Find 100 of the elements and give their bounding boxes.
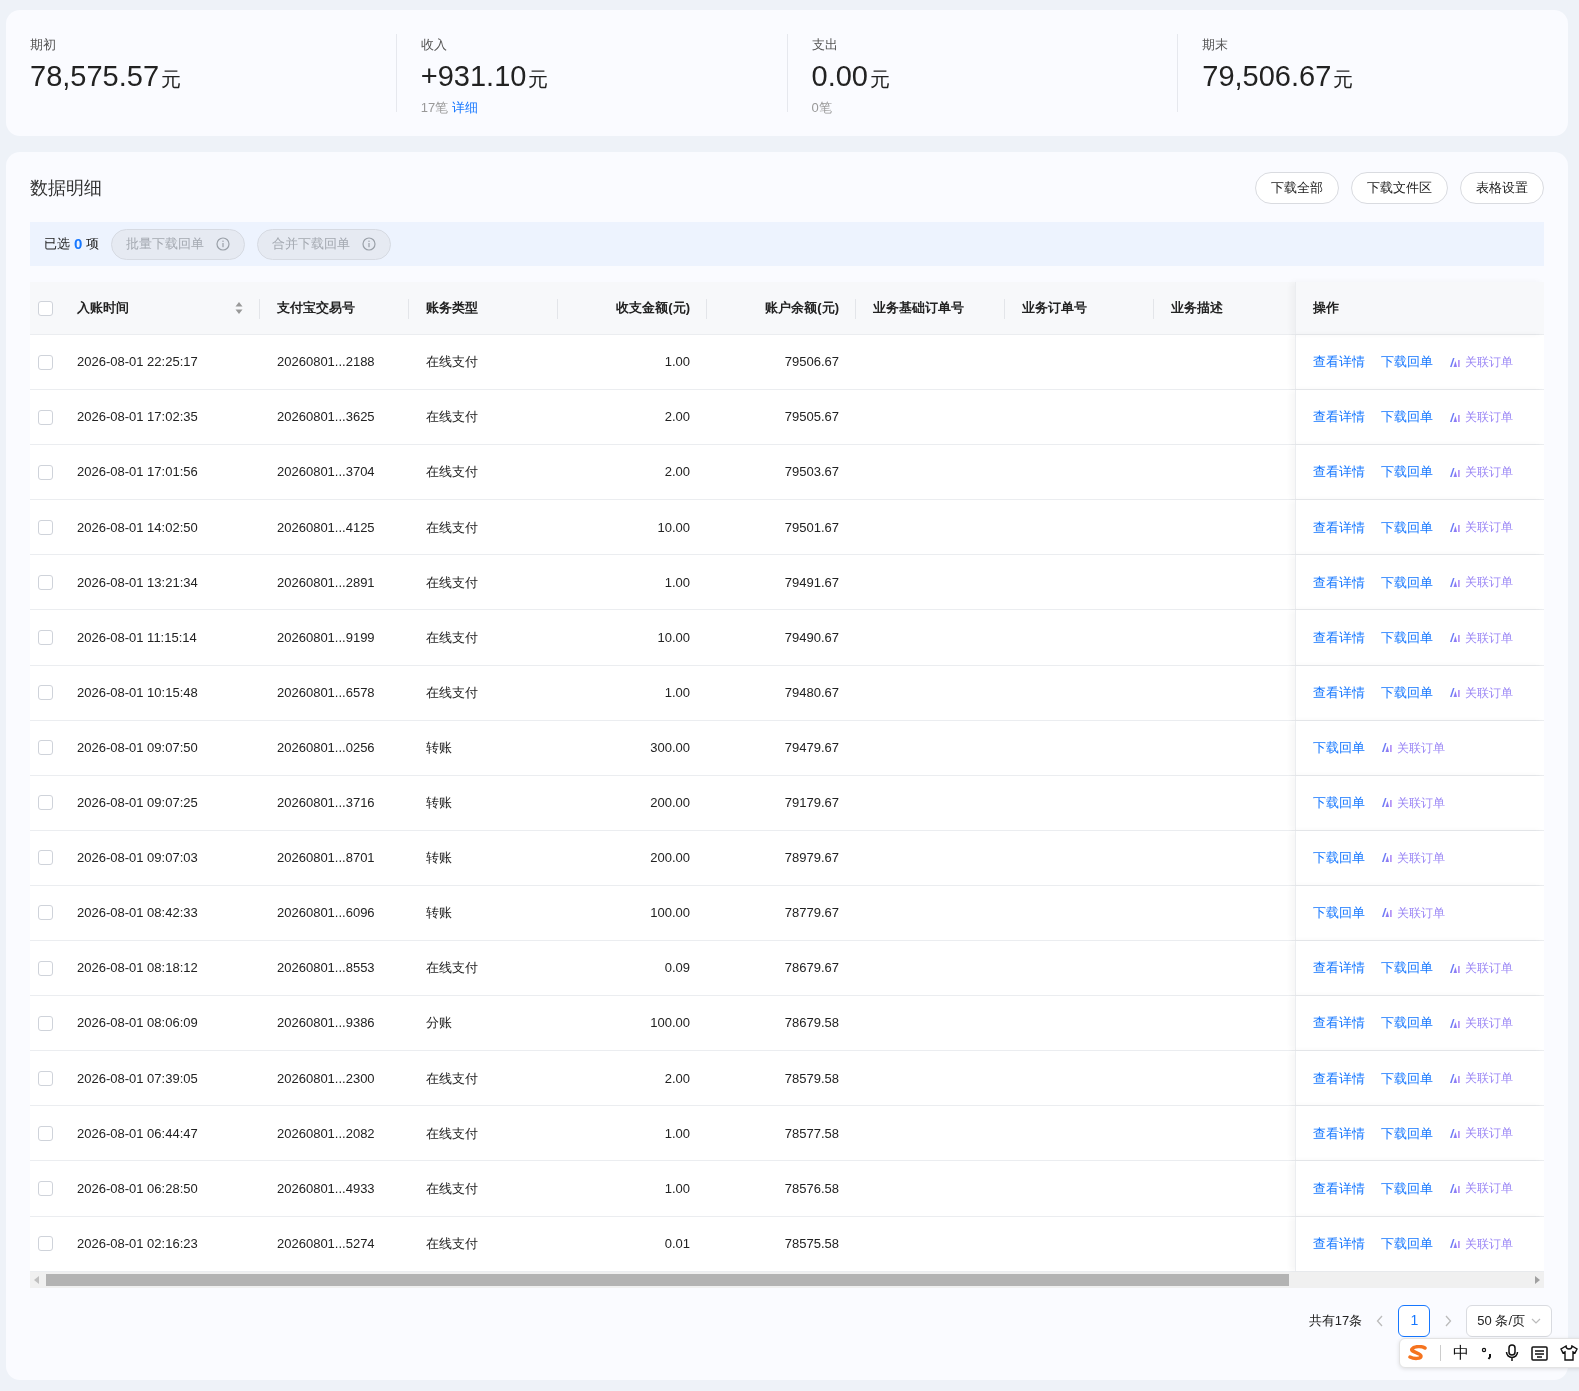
toolbar-button[interactable]: 下载全部	[1255, 172, 1339, 204]
table-cell-text: 20260801...0256	[277, 738, 375, 757]
next-page-icon[interactable]	[1444, 1314, 1453, 1327]
input-method-logo-icon[interactable]	[1408, 1345, 1428, 1361]
checkbox[interactable]	[38, 795, 53, 811]
link-order-link[interactable]: 关联订单	[1381, 848, 1445, 867]
view-detail-link[interactable]: 查看详情	[1313, 1068, 1365, 1088]
view-detail-link[interactable]: 查看详情	[1313, 352, 1365, 372]
table-cell-text: 在线支付	[426, 628, 478, 647]
link-order-link[interactable]: 关联订单	[1449, 518, 1513, 537]
download-receipt-link[interactable]: 下载回单	[1381, 1178, 1433, 1199]
checkbox[interactable]	[38, 519, 53, 535]
toolbar-button[interactable]: 表格设置	[1460, 172, 1544, 204]
input-mode-toggle[interactable]: 中	[1453, 1341, 1469, 1365]
link-order-link[interactable]: 关联订单	[1449, 1124, 1513, 1143]
checkbox[interactable]	[38, 1180, 53, 1196]
currency-unit: 元	[528, 67, 549, 92]
link-order-link[interactable]: 关联订单	[1449, 1069, 1513, 1088]
currency-unit: 元	[869, 67, 890, 92]
detail-link[interactable]: 详细	[452, 98, 479, 118]
table-cell-text: 分账	[426, 1014, 452, 1033]
checkbox[interactable]	[38, 1015, 53, 1031]
table-cell-text: 2026-08-01 07:39:05	[77, 1069, 198, 1088]
link-order-link[interactable]: 关联订单	[1449, 628, 1513, 647]
download-receipt-link[interactable]: 下载回单	[1381, 1123, 1433, 1144]
view-detail-link[interactable]: 查看详情	[1313, 407, 1365, 427]
link-order-link[interactable]: 关联订单	[1449, 1179, 1513, 1198]
view-detail-link[interactable]: 查看详情	[1313, 958, 1365, 978]
ai-icon	[1449, 632, 1461, 643]
page-size-select[interactable]: 50 条/页	[1466, 1304, 1552, 1337]
scrollbar-thumb[interactable]	[46, 1273, 1289, 1286]
download-receipt-link[interactable]: 下载回单	[1381, 462, 1433, 482]
checkbox[interactable]	[38, 1070, 53, 1086]
view-detail-link[interactable]: 查看详情	[1313, 1233, 1365, 1254]
download-receipt-link[interactable]: 下载回单	[1381, 572, 1433, 593]
download-receipt-link[interactable]: 下载回单	[1381, 517, 1433, 538]
view-detail-link[interactable]: 查看详情	[1313, 517, 1365, 538]
scroll-left-icon[interactable]	[34, 1275, 40, 1284]
toolbar-button[interactable]: 下载文件区	[1351, 172, 1448, 204]
table-cell-text: 79480.67	[784, 683, 839, 702]
link-order-link[interactable]: 关联订单	[1381, 793, 1445, 812]
table-cell-text: 在线支付	[426, 959, 478, 978]
table-cell-text: 10.00	[657, 628, 690, 647]
view-detail-link[interactable]: 查看详情	[1313, 572, 1365, 593]
checkbox[interactable]	[38, 685, 53, 701]
view-detail-link[interactable]: 查看详情	[1313, 682, 1365, 703]
checkbox[interactable]	[38, 464, 53, 480]
download-receipt-link[interactable]: 下载回单	[1381, 682, 1433, 703]
checkbox[interactable]	[38, 630, 53, 645]
download-receipt-link[interactable]: 下载回单	[1381, 1068, 1433, 1088]
link-order-link[interactable]: 关联订单	[1449, 408, 1513, 427]
microphone-icon[interactable]	[1505, 1344, 1519, 1362]
link-order-link[interactable]: 关联订单	[1449, 959, 1513, 978]
table-cell-text: 79503.67	[784, 463, 839, 482]
view-detail-link[interactable]: 查看详情	[1313, 1178, 1365, 1199]
checkbox[interactable]	[38, 409, 53, 425]
link-order-link[interactable]: 关联订单	[1449, 573, 1513, 592]
link-order-link[interactable]: 关联订单	[1381, 904, 1445, 922]
link-order-link[interactable]: 关联订单	[1449, 353, 1513, 372]
table-cell-text: 20260801...2891	[277, 573, 375, 592]
shirt-icon[interactable]	[1560, 1345, 1578, 1361]
punctuation-icon[interactable]	[1481, 1346, 1493, 1360]
checkbox[interactable]	[38, 354, 53, 370]
previous-page-icon[interactable]	[1376, 1314, 1385, 1327]
download-receipt-link[interactable]: 下载回单	[1381, 1013, 1433, 1033]
page-button[interactable]: 1	[1398, 1304, 1431, 1337]
checkbox[interactable]	[38, 850, 53, 866]
table-cell-text: 2026-08-01 06:28:50	[77, 1179, 198, 1198]
checkbox[interactable]	[38, 574, 53, 590]
sort-icon[interactable]	[235, 301, 243, 315]
checkbox[interactable]	[38, 1125, 53, 1141]
table-cell-text: 20260801...4125	[277, 518, 375, 537]
checkbox[interactable]	[38, 1236, 53, 1252]
table-cell-text: 0.09	[664, 959, 690, 978]
download-receipt-link[interactable]: 下载回单	[1313, 903, 1365, 923]
download-receipt-link[interactable]: 下载回单	[1313, 793, 1365, 813]
link-order-link[interactable]: 关联订单	[1381, 738, 1445, 757]
link-order-link[interactable]: 关联订单	[1449, 683, 1513, 702]
scroll-right-icon[interactable]	[1534, 1275, 1540, 1284]
download-receipt-link[interactable]: 下载回单	[1381, 1233, 1433, 1254]
link-order-link[interactable]: 关联订单	[1449, 1014, 1513, 1033]
download-receipt-link[interactable]: 下载回单	[1381, 627, 1433, 648]
download-receipt-link[interactable]: 下载回单	[1381, 958, 1433, 978]
checkbox[interactable]	[38, 905, 53, 921]
table-cell-text: 79491.67	[784, 573, 839, 592]
table-cell-text: 在线支付	[426, 1179, 478, 1198]
download-receipt-link[interactable]: 下载回单	[1381, 352, 1433, 372]
view-detail-link[interactable]: 查看详情	[1313, 627, 1365, 648]
link-order-link[interactable]: 关联订单	[1449, 463, 1513, 482]
download-receipt-link[interactable]: 下载回单	[1313, 737, 1365, 758]
download-receipt-link[interactable]: 下载回单	[1381, 407, 1433, 427]
link-order-link[interactable]: 关联订单	[1449, 1234, 1513, 1253]
checkbox[interactable]	[38, 960, 53, 976]
download-receipt-link[interactable]: 下载回单	[1313, 848, 1365, 868]
checkbox[interactable]	[38, 300, 53, 316]
view-detail-link[interactable]: 查看详情	[1313, 1013, 1365, 1033]
keyboard-icon[interactable]	[1531, 1345, 1548, 1361]
checkbox[interactable]	[38, 740, 53, 756]
view-detail-link[interactable]: 查看详情	[1313, 1123, 1365, 1144]
view-detail-link[interactable]: 查看详情	[1313, 462, 1365, 482]
